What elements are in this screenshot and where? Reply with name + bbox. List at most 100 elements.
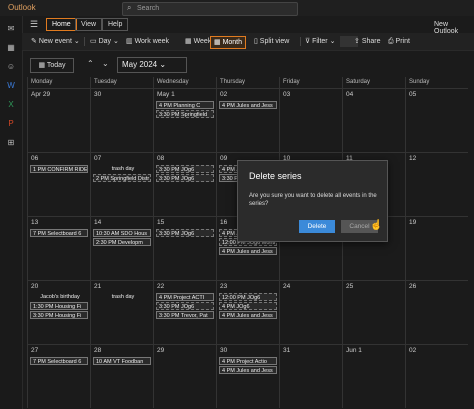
share-button[interactable]: ⇪ Share xyxy=(354,36,381,47)
calendar-event[interactable]: 4 PM Project Actio xyxy=(219,357,277,365)
calendar-event[interactable]: 3:30 PM JOg6 xyxy=(156,165,214,173)
day-cell[interactable]: 03 xyxy=(279,88,342,152)
day-cell[interactable]: 27 7 PM Selectboard 6 xyxy=(27,344,90,408)
excel-icon[interactable]: X xyxy=(6,100,16,110)
month-label: Month xyxy=(222,39,243,46)
next-month-icon[interactable]: ⌄ xyxy=(102,59,109,68)
day-cell[interactable]: 05 xyxy=(405,88,468,152)
day-cell[interactable]: 28 10 AM VT Foodban xyxy=(90,344,153,408)
calendar-event[interactable]: 4 PM Jules and Jess xyxy=(219,366,277,374)
day-cell[interactable]: 26 xyxy=(405,280,468,344)
day-cell[interactable]: 02 xyxy=(405,344,468,408)
day-number: 31 xyxy=(283,347,291,354)
calendar-event[interactable]: 2 PM Springfield Distr xyxy=(93,174,151,182)
day-cell[interactable]: 30 4 PM Project Actio 4 PM Jules and Jess xyxy=(216,344,279,408)
month-picker[interactable]: May 2024 ⌄ xyxy=(117,57,187,73)
calendar-event[interactable]: 7 PM Selectboard 6 xyxy=(30,357,88,365)
day-number: Jun 1 xyxy=(346,347,362,354)
day-cell[interactable]: 12 xyxy=(405,152,468,216)
filter-button[interactable]: ⊽ Filter ⌄ xyxy=(305,36,335,47)
day-cell[interactable]: 06 1 PM CONFIRM RIDE I xyxy=(27,152,90,216)
tab-home[interactable]: Home xyxy=(46,18,77,31)
day-cell[interactable]: 20 Jacob's birthday 1:30 PM Housing Fi 3:30… xyxy=(27,280,90,344)
calendar-event[interactable]: 3:30 PM Springfield xyxy=(156,110,214,118)
powerpoint-icon[interactable]: P xyxy=(6,119,16,129)
day-cell[interactable]: 04 xyxy=(342,88,405,152)
day-cell[interactable]: 02 4 PM Jules and Jess xyxy=(216,88,279,152)
calendar-event[interactable]: 1 PM CONFIRM RIDE I xyxy=(30,165,88,173)
search-icon: ⌕ xyxy=(127,3,132,12)
day-cell[interactable]: 29 xyxy=(153,344,216,408)
word-icon[interactable]: W xyxy=(6,81,16,91)
month-grid: Monday Tuesday Wednesday Thursday Friday Satu… xyxy=(27,77,469,409)
tab-help[interactable]: Help xyxy=(102,18,129,31)
calendar-event[interactable]: 4 PM JOg6 xyxy=(219,302,277,310)
calendar-event[interactable]: 3:30 PM JOg6 xyxy=(156,229,214,237)
print-button[interactable]: ⎙ Print xyxy=(388,36,410,47)
calendar-event[interactable]: 4 PM Jules and Jess xyxy=(219,101,277,109)
calendar-event[interactable]: trash day xyxy=(93,165,151,173)
calendar-event[interactable]: 7 PM Selectboard 6 xyxy=(30,229,88,237)
day-button[interactable]: ▭ Day ⌄ xyxy=(90,36,119,47)
day-header-monday: Monday xyxy=(27,77,90,88)
day-cell[interactable]: May 1 4 PM Planning C 3:30 PM Springfield xyxy=(153,88,216,152)
day-header-saturday: Saturday xyxy=(342,77,405,88)
calendar-event[interactable]: 4 PM Planning C xyxy=(156,101,214,109)
day-header-sunday: Sunday xyxy=(405,77,468,88)
calendar-event[interactable]: 3:30 PM Housing Fi xyxy=(30,311,88,319)
previous-month-icon[interactable]: ⌃ xyxy=(87,59,94,68)
month-button[interactable]: ▦ Month xyxy=(210,36,247,49)
calendar-event[interactable]: trash day xyxy=(93,293,151,301)
day-cell[interactable]: 31 xyxy=(279,344,342,408)
day-number: 05 xyxy=(409,91,417,98)
dialog-title: Delete series xyxy=(249,171,302,181)
day-cell[interactable]: Jun 1 xyxy=(342,344,405,408)
split-view-button[interactable]: ▯ Split view xyxy=(254,36,289,47)
app-title: Outlook xyxy=(8,3,36,12)
divider xyxy=(84,37,85,46)
calendar-event[interactable]: 10 AM VT Foodban xyxy=(93,357,151,365)
divider xyxy=(300,37,301,46)
calendar-event[interactable]: 3:30 PM JOg6 xyxy=(156,174,214,182)
calendar-event[interactable]: 4 PM Project ACTI xyxy=(156,293,214,301)
day-cell[interactable]: 25 xyxy=(342,280,405,344)
calendar-event[interactable]: Jacob's birthday xyxy=(30,293,88,301)
calendar-event[interactable]: 4 PM Jules and Jess xyxy=(219,247,277,255)
day-cell[interactable]: Apr 29 xyxy=(27,88,90,152)
delete-confirm-button[interactable]: Delete xyxy=(299,220,335,233)
day-cell[interactable]: 24 xyxy=(279,280,342,344)
day-cell[interactable]: 30 xyxy=(90,88,153,152)
today-button[interactable]: ▦ Today xyxy=(30,58,74,73)
day-cell[interactable]: 14 10:30 AM SDO Hous 2:30 PM Developm xyxy=(90,216,153,280)
day-cell[interactable]: 23 12:00 PM JOg6 4 PM JOg6 4 PM Jules and J… xyxy=(216,280,279,344)
day-cell[interactable]: 21 trash day xyxy=(90,280,153,344)
calendar-event[interactable]: 4 PM Jules and Jess xyxy=(219,311,277,319)
menu-icon[interactable]: ☰ xyxy=(30,19,38,30)
calendar-event[interactable]: 10:30 AM SDO Hous xyxy=(93,229,151,237)
calendar-event[interactable]: 12:00 PM JOg6 xyxy=(219,293,277,301)
day-cell[interactable]: 22 4 PM Project ACTI 3:30 PM JOg6 3:30 PM T… xyxy=(153,280,216,344)
day-cell[interactable]: 07 trash day 2 PM Springfield Distr xyxy=(90,152,153,216)
day-cell[interactable]: 15 3:30 PM JOg6 xyxy=(153,216,216,280)
calendar-event[interactable]: 1:30 PM Housing Fi xyxy=(30,302,88,310)
work-week-button[interactable]: ▥ Work week xyxy=(126,36,169,47)
tab-view[interactable]: View xyxy=(75,18,103,31)
calendar-icon[interactable]: ▦ xyxy=(6,43,16,53)
new-event-button[interactable]: ✎ New event ⌄ xyxy=(31,36,80,47)
people-icon[interactable]: ☺ xyxy=(6,62,16,72)
calendar-event[interactable]: 2:30 PM Developm xyxy=(93,238,151,246)
ribbon-tabs: ☰ Home View Help New Outlook xyxy=(22,16,474,35)
day-cell[interactable]: 13 7 PM Selectboard 6 xyxy=(27,216,90,280)
week-button[interactable]: ▦ Week xyxy=(185,36,211,47)
calendar-event[interactable]: 3:30 PM JOg6 xyxy=(156,302,214,310)
day-number: 19 xyxy=(409,219,417,226)
search-input[interactable]: ⌕ Search xyxy=(122,2,298,16)
calendar-event[interactable]: 3:30 PM Trevor, Pat xyxy=(156,311,214,319)
day-cell[interactable]: 19 xyxy=(405,216,468,280)
day-number: 13 xyxy=(31,219,39,226)
week-label: Week xyxy=(193,38,212,45)
day-cell[interactable]: 08 3:30 PM JOg6 3:30 PM JOg6 xyxy=(153,152,216,216)
apps-icon[interactable]: ⊞ xyxy=(6,138,16,148)
today-label: Today xyxy=(46,62,66,69)
mail-icon[interactable]: ✉ xyxy=(6,24,16,34)
